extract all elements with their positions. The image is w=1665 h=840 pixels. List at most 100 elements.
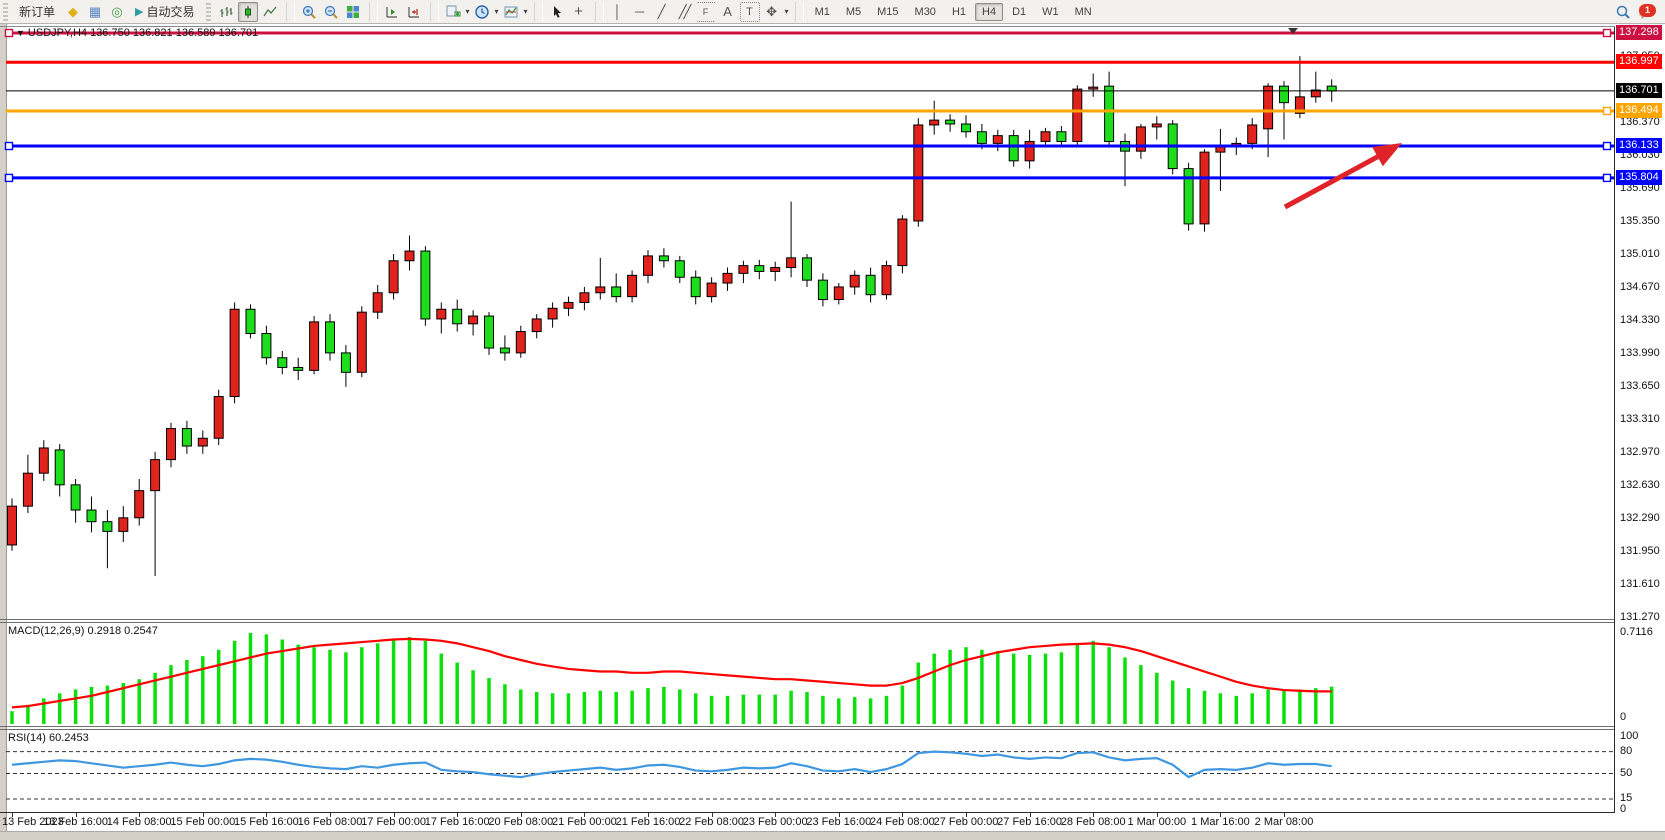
fibonacci-icon[interactable]: F [696,2,716,22]
auto-trading-button[interactable]: ▶ 自动交易 [129,1,200,23]
chevron-down-icon[interactable]: ▾ [495,7,499,16]
macd-bar [694,693,698,724]
trend-arrow[interactable] [1285,143,1402,207]
candle [596,258,605,300]
data-window-icon[interactable]: ▦ [85,2,105,22]
line-handle[interactable] [1604,143,1611,150]
candle [262,326,271,365]
timeframe-h4-button[interactable]: H4 [975,3,1003,21]
timeframe-h1-button[interactable]: H1 [945,3,973,21]
candle [580,287,589,310]
macd-bar [583,692,587,724]
macd-bar [1235,696,1239,724]
market-watch-icon[interactable]: ◆ [63,2,83,22]
timeframe-group: M1M5M15M30H1H4D1W1MN [808,3,1099,21]
candle [135,479,144,526]
candle [389,254,398,300]
macd-bar [217,650,221,724]
candle [818,273,827,306]
candle [532,314,541,338]
macd-bar [1314,688,1318,724]
macd-bar [1107,647,1111,724]
trendline-icon[interactable]: ╱ [652,2,672,22]
indicators-icon[interactable] [501,2,521,22]
candle [310,316,319,374]
chat-icon[interactable]: 1 [1633,2,1659,22]
cursor-icon[interactable] [547,2,567,22]
macd-axis-zero: 0 [1620,711,1626,723]
candle [326,314,335,361]
chart-shift-icon[interactable] [404,2,424,22]
macd-bar [408,637,412,724]
macd-bar [742,695,746,724]
macd-axis-max: 0.7116 [1620,626,1653,638]
horizontal-line-icon[interactable]: ─ [630,2,650,22]
shapes-icon[interactable]: ✥ [762,2,782,22]
timeframe-m15-button[interactable]: M15 [870,3,905,21]
candle [167,423,176,468]
candle [214,390,223,445]
zoom-in-icon[interactable] [299,2,319,22]
macd-bar [980,650,984,724]
macd-bar [1044,654,1048,724]
candle [691,270,700,304]
price-badge: 136.133 [1616,138,1662,153]
label-icon[interactable]: T [740,2,760,22]
timeframe-m1-button[interactable]: M1 [808,3,837,21]
vertical-line-icon[interactable]: │ [608,2,628,22]
candlestick-chart-icon[interactable] [238,2,258,22]
candle [437,302,446,333]
candle [1216,129,1225,191]
chevron-down-icon[interactable]: ▾ [524,7,528,16]
tile-windows-icon[interactable] [343,2,363,22]
line-handle[interactable] [1604,107,1611,114]
trading-platform-window: 新订单 ◆ ▦ ◎ ▶ 自动交易 [0,0,1665,840]
timeframe-m5-button[interactable]: M5 [839,3,868,21]
candle [675,256,684,283]
macd-signal-line [12,639,1332,707]
crosshair-icon[interactable]: + [569,2,589,22]
toolbar-grip [206,3,211,21]
macd-bar [265,634,269,724]
line-handle[interactable] [1604,30,1611,37]
line-handle[interactable] [6,30,13,37]
text-icon[interactable]: A [718,2,738,22]
timeframe-m30-button[interactable]: M30 [908,3,943,21]
macd-bar [996,651,1000,724]
new-order-button[interactable]: 新订单 [13,1,61,23]
timeframe-clock-icon[interactable] [472,2,492,22]
chevron-down-icon[interactable]: ▾ [466,7,470,16]
chevron-down-icon[interactable]: ▾ [785,7,789,16]
main-price-pane [0,27,1665,620]
candle [628,270,637,302]
price-badge: 136.494 [1616,103,1662,118]
line-handle[interactable] [1604,174,1611,181]
line-chart-icon[interactable] [260,2,280,22]
navigator-icon[interactable]: ◎ [107,2,127,22]
price-scale-column[interactable]: 137.050136.710136.370136.030135.690135.3… [1615,24,1665,831]
candle [1105,72,1114,148]
pane-separator[interactable] [0,619,1665,620]
candle [946,114,955,131]
timeframe-d1-button[interactable]: D1 [1005,3,1033,21]
auto-scroll-icon[interactable] [382,2,402,22]
channel-icon[interactable]: ╱╱ [674,2,694,22]
line-handle[interactable] [6,143,13,150]
candle [1295,56,1304,118]
line-handle[interactable] [6,174,13,181]
zoom-out-icon[interactable] [321,2,341,22]
macd-bar [58,693,62,724]
bar-chart-icon[interactable] [216,2,236,22]
new-chart-icon[interactable] [443,2,463,22]
candle [23,455,32,513]
timeframe-w1-button[interactable]: W1 [1035,3,1066,21]
pane-separator[interactable] [0,726,1665,727]
macd-bar [1076,645,1080,724]
rsi-label: RSI(14) 60.2453 [8,732,89,744]
candle [659,248,668,267]
candle [1311,72,1320,103]
toolbar-separator [595,2,604,22]
macd-bar [758,695,762,724]
timeframe-mn-button[interactable]: MN [1068,3,1099,21]
search-icon[interactable] [1613,2,1633,22]
